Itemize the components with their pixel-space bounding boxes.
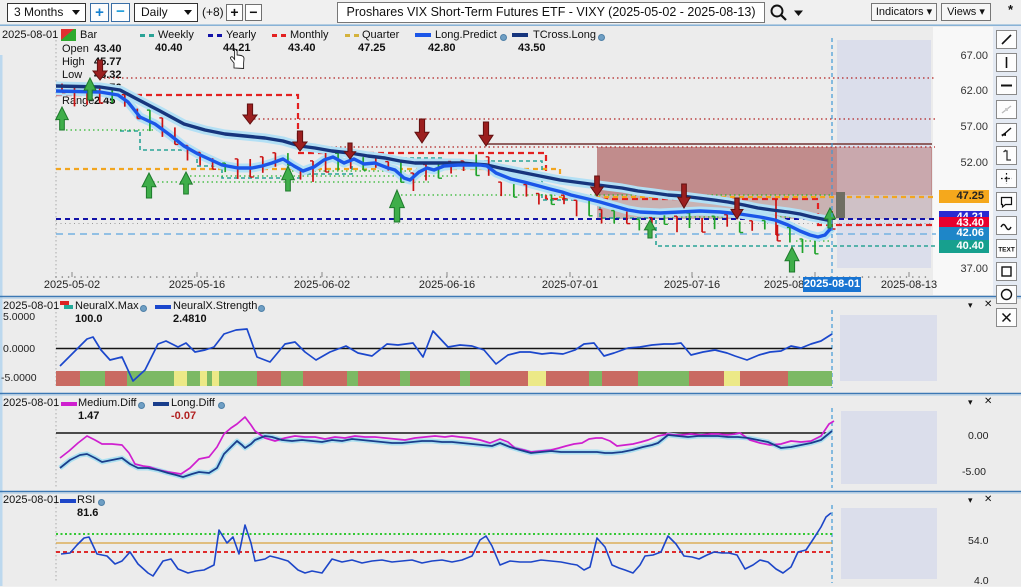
svg-text:Low: Low [62,69,82,81]
svg-text:43.40: 43.40 [94,43,122,55]
svg-text:High: High [62,56,85,68]
svg-text:Open: Open [62,43,89,55]
svg-text:TEXT: TEXT [998,247,1015,254]
